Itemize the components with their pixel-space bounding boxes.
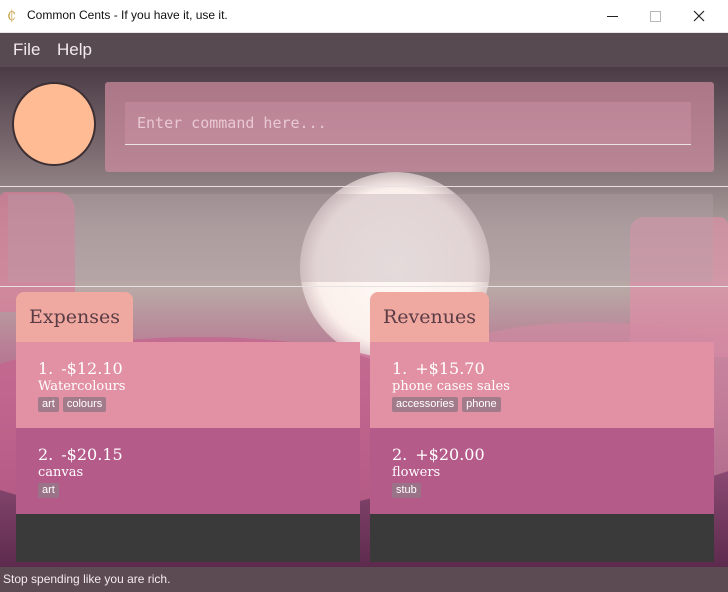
revenue-description: phone cases sales xyxy=(392,379,510,394)
revenues-list[interactable]: 1. +$15.70 phone cases sales accessories … xyxy=(370,342,714,562)
menu-file[interactable]: File xyxy=(13,40,40,60)
tag: phone xyxy=(462,397,501,412)
tag-list: stub xyxy=(392,483,714,498)
cents-icon: ₵ xyxy=(7,8,16,24)
expense-title: 2. -$20.15 xyxy=(38,445,360,465)
revenue-title: 1. +$15.70 xyxy=(392,359,714,379)
expense-description: Watercolours xyxy=(38,379,126,394)
revenue-index: 2. xyxy=(392,445,408,464)
window-title: Common Cents - If you have it, use it. xyxy=(27,8,228,22)
tag: stub xyxy=(392,483,421,498)
tag: art xyxy=(38,483,59,498)
menu-help[interactable]: Help xyxy=(57,40,92,60)
tab-expenses-label: Expenses xyxy=(29,306,120,328)
divider xyxy=(0,186,728,187)
revenue-amount: +$20.00 xyxy=(415,445,485,464)
expenses-panel: Expenses 1. -$12.10 Watercolours art colo… xyxy=(16,292,360,562)
expense-index: 1. xyxy=(38,359,54,378)
revenue-card[interactable]: 2. +$20.00 flowers stub xyxy=(370,428,714,514)
minimize-icon xyxy=(606,15,618,17)
tag-list: art xyxy=(38,483,360,498)
expenses-list[interactable]: 1. -$12.10 Watercolours art colours 2. -$2… xyxy=(16,342,360,562)
avatar xyxy=(12,82,96,166)
revenue-title: 2. +$20.00 xyxy=(392,445,714,465)
revenue-description: flowers xyxy=(392,465,441,480)
command-input[interactable] xyxy=(125,102,691,145)
close-button[interactable] xyxy=(676,0,722,32)
expense-card[interactable]: 2. -$20.15 canvas art xyxy=(16,428,360,514)
revenue-card[interactable]: 1. +$15.70 phone cases sales accessories … xyxy=(370,342,714,428)
menu-bar: File Help xyxy=(0,33,728,67)
tag-list: accessories phone xyxy=(392,397,714,412)
command-box xyxy=(105,82,714,172)
revenues-panel: Revenues 1. +$15.70 phone cases sales acc… xyxy=(370,292,714,562)
tab-revenues[interactable]: Revenues xyxy=(370,292,489,342)
minimize-button[interactable] xyxy=(589,0,635,32)
close-icon xyxy=(693,10,705,22)
status-text: Stop spending like you are rich. xyxy=(3,572,171,586)
expense-index: 2. xyxy=(38,445,54,464)
tag: accessories xyxy=(392,397,459,412)
maximize-icon xyxy=(649,10,661,22)
tag: colours xyxy=(62,397,107,412)
revenue-index: 1. xyxy=(392,359,408,378)
result-display xyxy=(8,194,713,282)
expense-title: 1. -$12.10 xyxy=(38,359,360,379)
tab-revenues-label: Revenues xyxy=(383,306,476,328)
tag: art xyxy=(38,397,59,412)
divider xyxy=(0,286,728,287)
status-bar: Stop spending like you are rich. xyxy=(0,567,728,592)
title-bar: ₵ Common Cents - If you have it, use it. xyxy=(0,0,728,33)
expense-card[interactable]: 1. -$12.10 Watercolours art colours xyxy=(16,342,360,428)
revenue-amount: +$15.70 xyxy=(415,359,485,378)
tag-list: art colours xyxy=(38,397,360,412)
expense-amount: -$12.10 xyxy=(61,359,123,378)
maximize-button[interactable] xyxy=(632,0,678,32)
expense-amount: -$20.15 xyxy=(61,445,123,464)
tab-expenses[interactable]: Expenses xyxy=(16,292,133,342)
expense-description: canvas xyxy=(38,465,84,480)
